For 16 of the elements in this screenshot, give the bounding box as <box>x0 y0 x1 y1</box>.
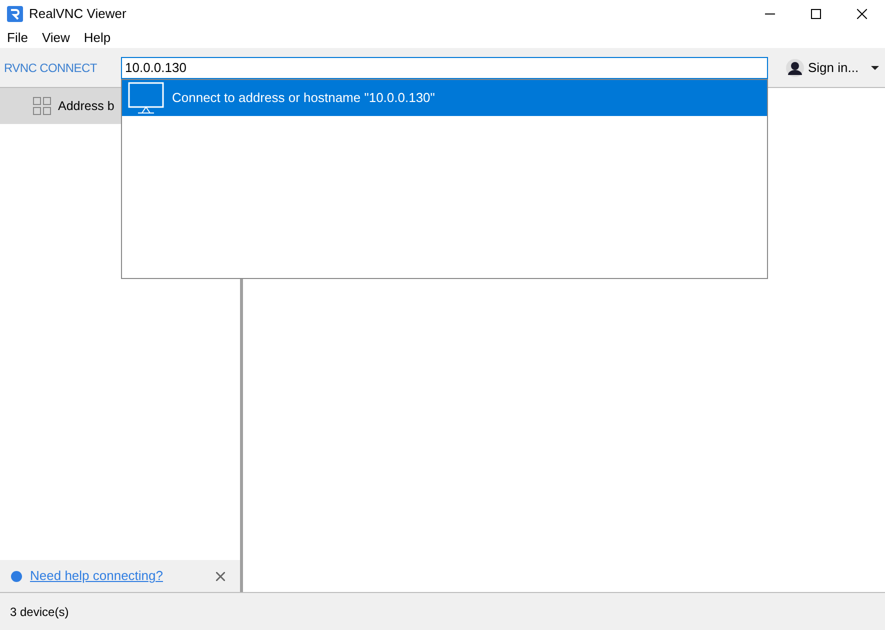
menu-item[interactable]: Help <box>78 28 117 48</box>
search-field[interactable]: 10.0.0.130 <box>121 56 768 78</box>
monitor-icon <box>128 82 164 114</box>
user-icon <box>786 58 804 76</box>
menu-item[interactable]: View <box>36 28 76 48</box>
grid-icon <box>33 97 51 115</box>
help-link[interactable]: Need help connecting? <box>30 566 163 586</box>
window-title: RealVNC Viewer <box>29 5 126 24</box>
menu-item[interactable]: File <box>1 28 34 48</box>
brand-logo: RVNC CONNECT <box>4 60 98 74</box>
caret-icon[interactable] <box>870 66 879 70</box>
status-text: 3 device(s) <box>10 604 69 620</box>
help-icon <box>11 570 22 582</box>
sign-in-button[interactable]: Sign in... <box>808 58 859 78</box>
suggestion-item[interactable]: Connect to address or hostname "10.0.0.130" <box>122 80 767 116</box>
app-logo-icon <box>7 6 23 22</box>
